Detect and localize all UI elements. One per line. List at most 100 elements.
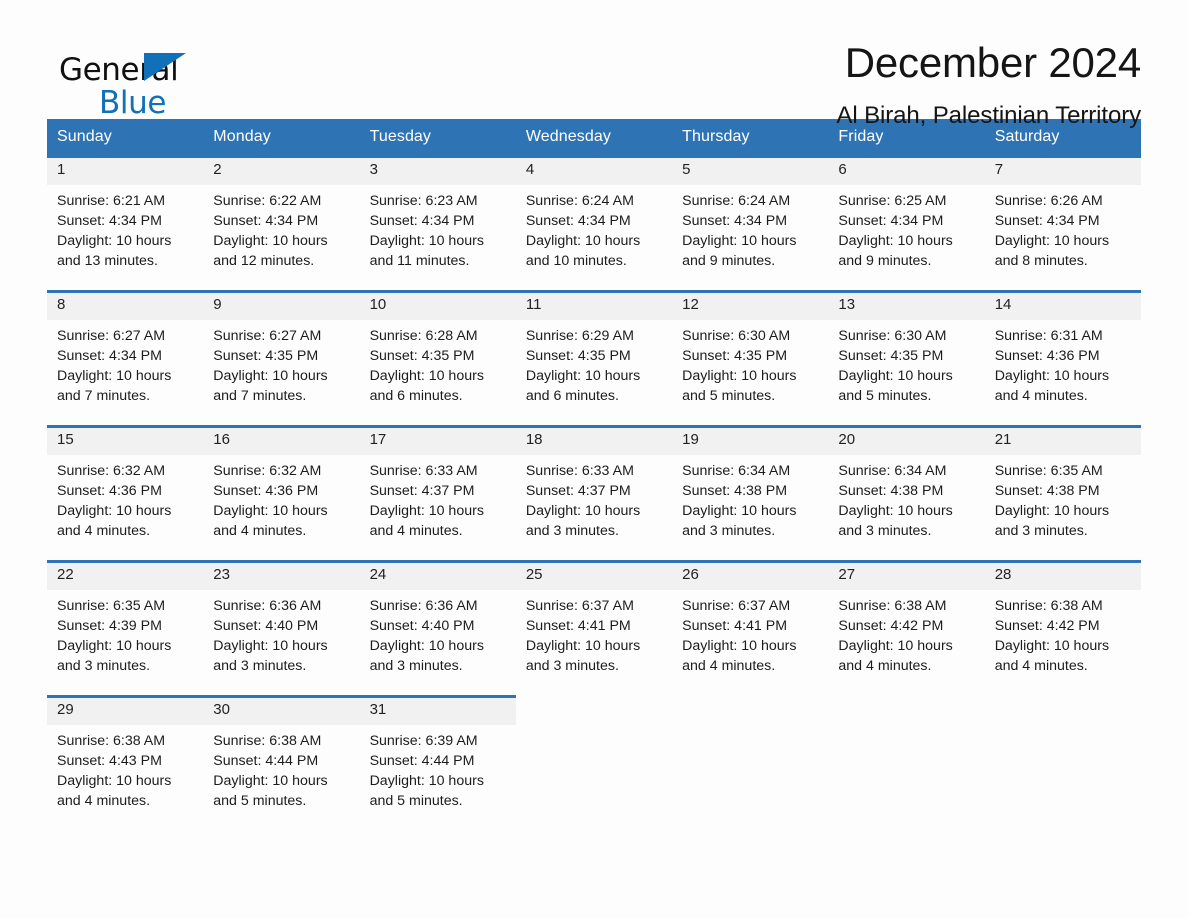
daylight-text-line1: Daylight: 10 hours — [682, 503, 797, 519]
daylight-text-line1: Daylight: 10 hours — [525, 233, 641, 249]
day-cell[interactable]: 3 Sunrise: 6:23 AM Sunset: 4:34 PM Daylight… — [359, 155, 516, 290]
day-details: Sunrise: 6:36 AM Sunset: 4:40 PM Daylight:… — [360, 590, 516, 676]
day-cell[interactable]: 16 Sunrise: 6:32 AM Sunset: 4:36 PM Dayligh… — [203, 425, 360, 560]
day-details: Sunrise: 6:36 AM Sunset: 4:40 PM Daylight:… — [203, 590, 359, 676]
day-number: 28 — [984, 563, 1141, 590]
day-cell[interactable]: 10 Sunrise: 6:28 AM Sunset: 4:35 PM Dayligh… — [359, 290, 516, 425]
day-number — [516, 698, 672, 725]
daylight-text-line2: and 3 minutes. — [994, 523, 1088, 539]
daylight-text-line2: and 4 minutes. — [213, 523, 307, 539]
day-cell[interactable]: 9 Sunrise: 6:27 AM Sunset: 4:35 PM Daylight… — [203, 290, 360, 425]
day-cell[interactable]: 8 Sunrise: 6:27 AM Sunset: 4:34 PM Daylight… — [47, 290, 204, 425]
sunrise-text: Sunrise: 6:26 AM — [994, 193, 1103, 209]
sunset-text: Sunset: 4:35 PM — [682, 348, 788, 364]
day-cell[interactable]: 20 Sunrise: 6:34 AM Sunset: 4:38 PM Dayligh… — [828, 425, 985, 560]
day-cell[interactable]: 23 Sunrise: 6:36 AM Sunset: 4:40 PM Dayligh… — [203, 560, 360, 695]
page-subtitle: Al Birah, Palestinian Territory — [836, 101, 1141, 129]
generalblue-logo[interactable]: General Blue — [47, 40, 247, 121]
day-number: 18 — [515, 428, 673, 455]
day-cell[interactable]: 25 Sunrise: 6:37 AM Sunset: 4:41 PM Dayligh… — [515, 560, 673, 695]
sunrise-text: Sunrise: 6:24 AM — [525, 193, 634, 209]
day-cell[interactable]: 29 Sunrise: 6:38 AM Sunset: 4:43 PM Dayligh… — [47, 695, 204, 830]
day-cell[interactable]: 2 Sunrise: 6:22 AM Sunset: 4:34 PM Daylight… — [203, 155, 360, 290]
daylight-text-line2: and 5 minutes. — [682, 388, 776, 404]
day-number: 10 — [359, 293, 516, 320]
day-number: 2 — [203, 158, 360, 185]
day-cell[interactable]: 18 Sunrise: 6:33 AM Sunset: 4:37 PM Dayligh… — [515, 425, 673, 560]
daylight-text-line1: Daylight: 10 hours — [682, 368, 797, 384]
day-number: 30 — [203, 698, 360, 725]
daylight-text-line1: Daylight: 10 hours — [57, 638, 172, 654]
daylight-text-line1: Daylight: 10 hours — [838, 368, 953, 384]
sunrise-text: Sunrise: 6:22 AM — [213, 193, 322, 209]
day-cell[interactable]: 28 Sunrise: 6:38 AM Sunset: 4:42 PM Dayligh… — [984, 560, 1141, 695]
day-number: 24 — [359, 563, 516, 590]
day-details: Sunrise: 6:22 AM Sunset: 4:34 PM Daylight:… — [203, 185, 359, 271]
day-details: Sunrise: 6:37 AM Sunset: 4:41 PM Daylight:… — [672, 590, 828, 676]
day-cell[interactable]: 14 Sunrise: 6:31 AM Sunset: 4:36 PM Dayligh… — [984, 290, 1141, 425]
day-cell[interactable]: 4 Sunrise: 6:24 AM Sunset: 4:34 PM Daylight… — [515, 155, 673, 290]
day-number: 8 — [47, 293, 204, 320]
daylight-text-line1: Daylight: 10 hours — [369, 773, 484, 789]
sunset-text: Sunset: 4:41 PM — [682, 618, 788, 634]
day-cell[interactable]: 27 Sunrise: 6:38 AM Sunset: 4:42 PM Dayligh… — [828, 560, 985, 695]
daylight-text-line2: and 11 minutes. — [369, 253, 470, 269]
day-number: 11 — [515, 293, 673, 320]
daylight-text-line2: and 4 minutes. — [682, 658, 776, 674]
daylight-text-line1: Daylight: 10 hours — [994, 638, 1110, 654]
daylight-text-line1: Daylight: 10 hours — [213, 503, 328, 519]
sunrise-text: Sunrise: 6:30 AM — [682, 328, 791, 344]
daylight-text-line1: Daylight: 10 hours — [682, 233, 797, 249]
day-cell[interactable]: 15 Sunrise: 6:32 AM Sunset: 4:36 PM Dayligh… — [47, 425, 204, 560]
day-number: 16 — [203, 428, 360, 455]
day-cell[interactable]: 11 Sunrise: 6:29 AM Sunset: 4:35 PM Dayligh… — [515, 290, 673, 425]
sunrise-text: Sunrise: 6:25 AM — [838, 193, 947, 209]
daylight-text-line1: Daylight: 10 hours — [369, 233, 484, 249]
day-cell[interactable]: 17 Sunrise: 6:33 AM Sunset: 4:37 PM Dayligh… — [359, 425, 516, 560]
daylight-text-line2: and 4 minutes. — [994, 388, 1088, 404]
calendar-body: 1 Sunrise: 6:21 AM Sunset: 4:34 PM Daylight… — [47, 155, 1141, 830]
day-details: Sunrise: 6:24 AM Sunset: 4:34 PM Daylight:… — [672, 185, 828, 271]
daylight-text-line2: and 10 minutes. — [525, 253, 627, 269]
sunrise-text: Sunrise: 6:23 AM — [369, 193, 478, 209]
daylight-text-line2: and 13 minutes. — [57, 253, 158, 269]
day-details: Sunrise: 6:38 AM Sunset: 4:42 PM Daylight:… — [985, 590, 1141, 676]
day-cell[interactable]: 22 Sunrise: 6:35 AM Sunset: 4:39 PM Dayligh… — [47, 560, 204, 695]
calendar-week-row: 22 Sunrise: 6:35 AM Sunset: 4:39 PM Dayligh… — [47, 560, 1141, 695]
day-cell[interactable]: 21 Sunrise: 6:35 AM Sunset: 4:38 PM Dayligh… — [984, 425, 1141, 560]
daylight-text-line1: Daylight: 10 hours — [369, 638, 484, 654]
sunset-text: Sunset: 4:34 PM — [994, 213, 1100, 229]
day-details: Sunrise: 6:34 AM Sunset: 4:38 PM Daylight:… — [672, 455, 828, 541]
calendar-week-row: 29 Sunrise: 6:38 AM Sunset: 4:43 PM Dayligh… — [47, 695, 1141, 830]
day-cell[interactable]: 13 Sunrise: 6:30 AM Sunset: 4:35 PM Dayligh… — [828, 290, 985, 425]
day-cell[interactable]: 24 Sunrise: 6:36 AM Sunset: 4:40 PM Dayligh… — [359, 560, 516, 695]
day-details — [985, 725, 1141, 731]
sunset-text: Sunset: 4:37 PM — [369, 483, 475, 499]
day-cell[interactable]: 30 Sunrise: 6:38 AM Sunset: 4:44 PM Dayligh… — [203, 695, 360, 830]
day-cell[interactable]: 7 Sunrise: 6:26 AM Sunset: 4:34 PM Daylight… — [984, 155, 1141, 290]
day-cell[interactable]: 1 Sunrise: 6:21 AM Sunset: 4:34 PM Daylight… — [47, 155, 204, 290]
day-cell[interactable]: 5 Sunrise: 6:24 AM Sunset: 4:34 PM Daylight… — [672, 155, 829, 290]
sunrise-text: Sunrise: 6:34 AM — [682, 463, 791, 479]
sunset-text: Sunset: 4:44 PM — [369, 753, 475, 769]
sunrise-text: Sunrise: 6:37 AM — [525, 598, 634, 614]
sunrise-text: Sunrise: 6:27 AM — [213, 328, 322, 344]
day-details: Sunrise: 6:38 AM Sunset: 4:42 PM Daylight:… — [828, 590, 984, 676]
day-cell[interactable]: 6 Sunrise: 6:25 AM Sunset: 4:34 PM Daylight… — [828, 155, 985, 290]
sunrise-text: Sunrise: 6:28 AM — [369, 328, 478, 344]
daylight-text-line2: and 4 minutes. — [838, 658, 932, 674]
sunset-text: Sunset: 4:36 PM — [994, 348, 1100, 364]
day-details: Sunrise: 6:32 AM Sunset: 4:36 PM Daylight:… — [203, 455, 359, 541]
daylight-text-line2: and 3 minutes. — [525, 658, 619, 674]
day-number — [828, 698, 984, 725]
daylight-text-line1: Daylight: 10 hours — [838, 638, 953, 654]
day-cell[interactable]: 31 Sunrise: 6:39 AM Sunset: 4:44 PM Dayligh… — [359, 695, 516, 830]
daylight-text-line2: and 3 minutes. — [525, 523, 619, 539]
sunset-text: Sunset: 4:34 PM — [838, 213, 944, 229]
day-details: Sunrise: 6:27 AM Sunset: 4:35 PM Daylight:… — [203, 320, 359, 406]
sunrise-text: Sunrise: 6:27 AM — [57, 328, 166, 344]
day-cell[interactable]: 26 Sunrise: 6:37 AM Sunset: 4:41 PM Dayligh… — [672, 560, 829, 695]
daylight-text-line1: Daylight: 10 hours — [994, 233, 1110, 249]
day-cell[interactable]: 12 Sunrise: 6:30 AM Sunset: 4:35 PM Dayligh… — [672, 290, 829, 425]
day-cell[interactable]: 19 Sunrise: 6:34 AM Sunset: 4:38 PM Dayligh… — [672, 425, 829, 560]
